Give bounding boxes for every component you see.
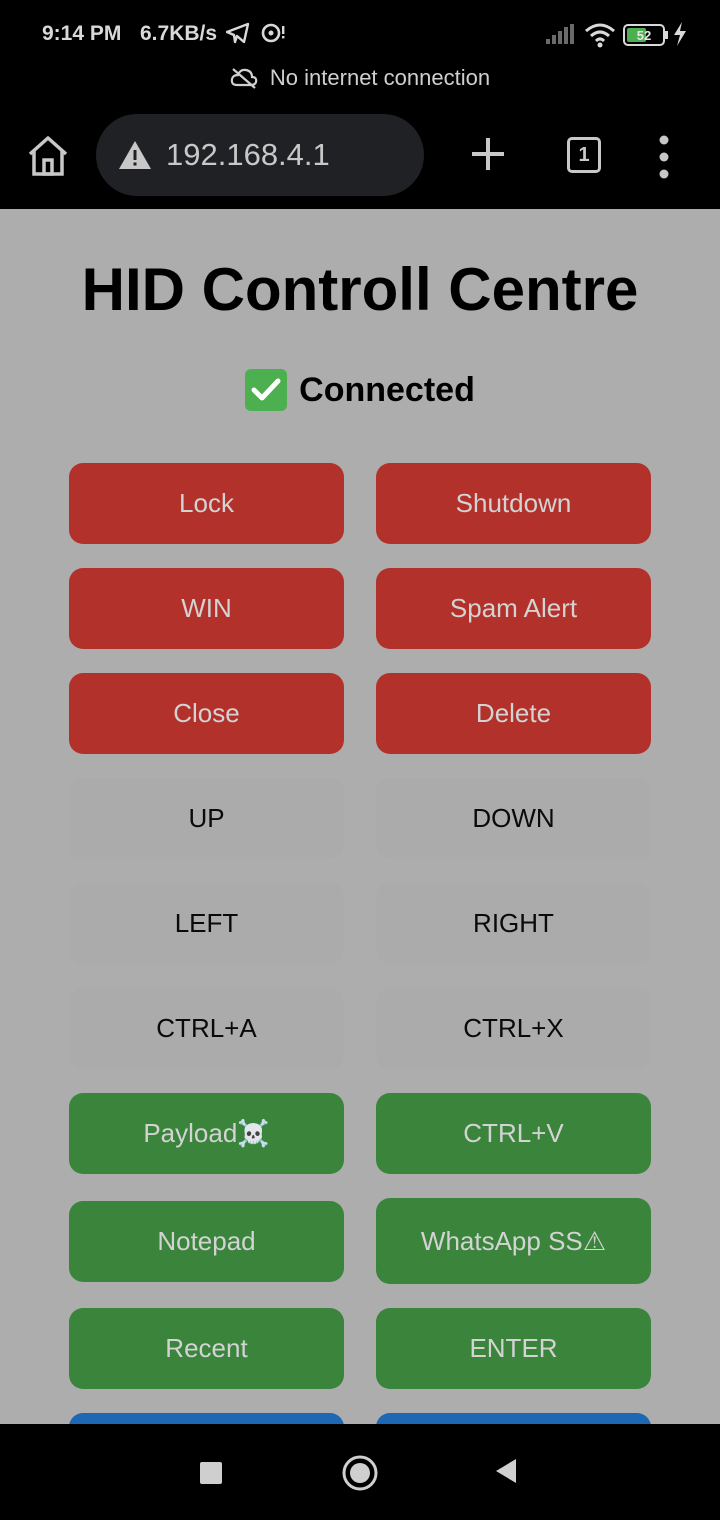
back-icon[interactable] [494,1457,518,1485]
web-page: HID Controll Centre Connected Lock Shutd… [0,209,720,1424]
offline-message: No internet connection [269,65,491,90]
navigation-bar [0,1424,720,1520]
connection-status: Connected [0,369,720,411]
check-mark-icon [245,369,288,411]
notepad-button[interactable]: Notepad [69,1201,344,1282]
address-bar[interactable]: 192.168.4.1 [96,114,424,196]
recents-icon[interactable] [199,1461,223,1485]
payload-button[interactable]: Payload☠️ [69,1093,344,1174]
more-menu-icon[interactable] [650,134,678,180]
home-nav-icon[interactable] [341,1454,379,1492]
win-button[interactable]: WIN [69,568,344,649]
tab-count: 1 [578,143,590,166]
ctrl-v-button[interactable]: CTRL+V [376,1093,651,1174]
url-text[interactable]: 192.168.4.1 [166,137,330,173]
ctrl-x-button[interactable]: CTRL+X [376,988,651,1069]
messenger-icon [261,23,285,43]
shutdown-button[interactable]: Shutdown [376,463,651,544]
wifi-icon [585,23,615,48]
spam-alert-button[interactable]: Spam Alert [376,568,651,649]
page-title: HID Controll Centre [81,256,639,323]
partial-button-right[interactable] [376,1413,651,1424]
ctrl-a-button[interactable]: CTRL+A [69,988,344,1069]
down-button[interactable]: DOWN [376,778,651,859]
home-icon[interactable] [24,132,72,180]
new-tab-icon[interactable] [466,132,510,176]
partial-button-left[interactable] [69,1413,344,1424]
right-button[interactable]: RIGHT [376,883,651,964]
battery-level: 52 [637,28,651,43]
recent-button[interactable]: Recent [69,1308,344,1389]
offline-banner: No internet connection [0,60,720,96]
status-bar: 9:14 PM 6.7KB/s 52 [0,0,720,62]
cellular-signal-icon [546,24,574,44]
left-button[interactable]: LEFT [69,883,344,964]
whatsapp-ss-button[interactable]: WhatsApp SS⚠ [376,1198,651,1284]
warning-icon[interactable] [118,140,152,170]
battery-icon: 52 [623,24,668,46]
cloud-off-icon [230,68,258,89]
close-button[interactable]: Close [69,673,344,754]
status-time: 9:14 PM [42,22,122,45]
lock-button[interactable]: Lock [69,463,344,544]
enter-button[interactable]: ENTER [376,1308,651,1389]
telegram-icon [226,22,250,44]
up-button[interactable]: UP [69,778,344,859]
delete-button[interactable]: Delete [376,673,651,754]
network-speed: 6.7KB/s [140,22,218,45]
phone-screen: 9:14 PM 6.7KB/s 52 No internet connectio… [0,0,720,1520]
browser-toolbar: 192.168.4.1 1 [0,104,720,208]
charging-icon [674,22,686,46]
status-text: Connected [299,370,475,409]
tab-switcher-button[interactable]: 1 [567,137,601,173]
